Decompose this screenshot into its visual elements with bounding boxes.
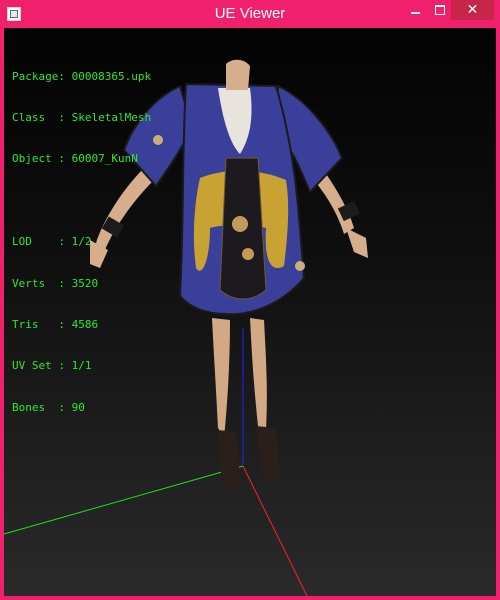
y-axis-line bbox=[4, 465, 244, 535]
info-row-verts: Verts : 3520 bbox=[12, 277, 151, 291]
info-row-lod: LOD : 1/2 bbox=[12, 235, 151, 249]
left-leg bbox=[212, 318, 230, 438]
info-label: LOD : bbox=[12, 235, 65, 249]
close-button[interactable]: ✕ bbox=[451, 0, 494, 20]
pattern-flower bbox=[242, 248, 254, 260]
info-value: 60007_KunN bbox=[71, 152, 138, 166]
close-icon: ✕ bbox=[466, 2, 479, 18]
info-row-bones: Bones : 90 bbox=[12, 401, 151, 415]
pattern-flower bbox=[295, 261, 305, 271]
info-value: 90 bbox=[71, 400, 85, 414]
info-label: Class : bbox=[12, 110, 65, 124]
info-label: Bones : bbox=[12, 400, 65, 414]
info-label: Tris : bbox=[12, 317, 65, 331]
info-row-package: Package: 00008365.upk bbox=[12, 70, 151, 84]
info-label: Verts : bbox=[12, 276, 65, 290]
maximize-icon bbox=[435, 5, 445, 15]
info-value: 1/2 bbox=[71, 235, 92, 249]
info-value: 00008365.upk bbox=[71, 69, 152, 83]
info-value: 3520 bbox=[71, 276, 99, 290]
info-label: Object : bbox=[12, 152, 65, 166]
info-value: SkeletalMesh bbox=[71, 110, 152, 124]
info-value: 4586 bbox=[71, 317, 99, 331]
info-row-uvset: UV Set : 1/1 bbox=[12, 359, 151, 373]
mesh-info-panel: Package: 00008365.upk Class : SkeletalMe… bbox=[12, 42, 151, 442]
right-hand bbox=[346, 228, 368, 258]
info-label: Package: bbox=[12, 69, 65, 83]
maximize-button[interactable] bbox=[426, 0, 454, 20]
3d-viewport[interactable]: Package: 00008365.upk Class : SkeletalMe… bbox=[4, 28, 496, 596]
info-value: 1/1 bbox=[71, 359, 92, 373]
info-row-tris: Tris : 4586 bbox=[12, 318, 151, 332]
info-row-object: Object : 60007_KunN bbox=[12, 152, 151, 166]
x-axis-line bbox=[242, 465, 308, 596]
right-leg bbox=[250, 318, 267, 430]
neck bbox=[226, 59, 250, 90]
minimize-button[interactable] bbox=[401, 0, 429, 20]
pattern-flower bbox=[232, 216, 248, 232]
title-bar[interactable]: UE Viewer ✕ bbox=[0, 0, 500, 28]
pattern-flower bbox=[153, 135, 163, 145]
info-label: UV Set : bbox=[12, 359, 65, 373]
info-row-class: Class : SkeletalMesh bbox=[12, 111, 151, 125]
right-boot bbox=[256, 426, 280, 483]
app-window: UE Viewer ✕ Package: 00008365.upk Class … bbox=[0, 0, 500, 600]
left-boot bbox=[218, 430, 240, 490]
minimize-icon bbox=[410, 12, 420, 14]
